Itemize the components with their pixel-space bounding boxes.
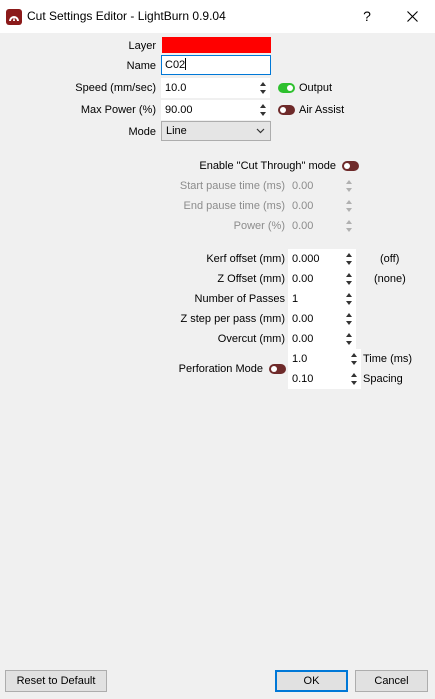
spin-up-icon[interactable] (351, 373, 357, 377)
perforation-toggle[interactable] (269, 364, 286, 374)
toggle-knob (280, 107, 286, 113)
layer-label: Layer (128, 40, 156, 52)
spin-down-icon[interactable] (346, 228, 352, 232)
toggle-knob (271, 366, 277, 372)
speed-label: Speed (mm/sec) (75, 82, 156, 94)
name-value: C02 (165, 59, 186, 71)
air-assist-toggle[interactable] (278, 105, 295, 115)
air-assist-label: Air Assist (299, 104, 345, 116)
close-button[interactable] (389, 0, 435, 33)
passes-input[interactable]: 1 (288, 289, 343, 309)
spin-up-icon[interactable] (346, 293, 352, 297)
ok-button[interactable]: OK (275, 670, 348, 692)
name-label: Name (126, 60, 156, 72)
title-bar: Cut Settings Editor - LightBurn 0.9.04 ? (0, 0, 435, 33)
spin-down-icon[interactable] (346, 341, 352, 345)
spin-down-icon[interactable] (351, 361, 357, 365)
max-power-spinner[interactable] (257, 100, 270, 120)
spin-up-icon[interactable] (346, 220, 352, 224)
z-step-label: Z step per pass (mm) (180, 313, 285, 325)
output-label: Output (299, 82, 333, 94)
overcut-spinner[interactable] (343, 329, 356, 349)
spin-down-icon[interactable] (346, 301, 352, 305)
spin-up-icon[interactable] (346, 200, 352, 204)
perforation-label: Perforation Mode (178, 363, 263, 375)
spin-up-icon[interactable] (351, 353, 357, 357)
window-title: Cut Settings Editor - LightBurn 0.9.04 (27, 9, 226, 23)
cut-through-power-input[interactable]: 0.00 (288, 216, 343, 236)
spin-down-icon[interactable] (351, 381, 357, 385)
perforation-time-spinner[interactable] (348, 349, 361, 369)
perforation-time-label: Time (ms) (363, 353, 413, 365)
end-pause-spinner[interactable] (343, 196, 356, 216)
passes-spinner[interactable] (343, 289, 356, 309)
speed-spinner[interactable] (257, 78, 270, 98)
cut-through-label: Enable "Cut Through" mode (199, 160, 336, 172)
spin-up-icon[interactable] (260, 104, 266, 108)
z-offset-label: Z Offset (mm) (217, 273, 285, 285)
kerf-offset-spinner[interactable] (343, 249, 356, 269)
cut-through-toggle[interactable] (342, 161, 359, 171)
speed-input[interactable]: 10.0 (161, 78, 257, 98)
mode-label: Mode (128, 126, 156, 138)
spin-down-icon[interactable] (346, 281, 352, 285)
spin-down-icon[interactable] (346, 261, 352, 265)
kerf-status: (off) (380, 253, 400, 265)
start-pause-input[interactable]: 0.00 (288, 176, 343, 196)
lightburn-logo-icon (6, 9, 22, 25)
passes-label: Number of Passes (194, 293, 285, 305)
z-offset-spinner[interactable] (343, 269, 356, 289)
perforation-spacing-input[interactable]: 0.10 (288, 369, 348, 389)
spin-down-icon[interactable] (346, 208, 352, 212)
mode-value: Line (166, 125, 187, 137)
spin-up-icon[interactable] (346, 253, 352, 257)
spin-down-icon[interactable] (346, 321, 352, 325)
max-power-input[interactable]: 90.00 (161, 100, 257, 120)
name-input[interactable]: C02 (161, 55, 271, 75)
kerf-offset-label: Kerf offset (mm) (206, 253, 285, 265)
max-power-label: Max Power (%) (80, 104, 156, 116)
mode-select[interactable]: Line (161, 121, 271, 141)
overcut-input[interactable]: 0.00 (288, 329, 343, 349)
close-icon (406, 11, 418, 22)
chevron-down-icon (256, 128, 265, 134)
perforation-spacing-spinner[interactable] (348, 369, 361, 389)
cancel-button[interactable]: Cancel (355, 670, 428, 692)
spin-down-icon[interactable] (260, 90, 266, 94)
spin-up-icon[interactable] (346, 333, 352, 337)
z-step-spinner[interactable] (343, 309, 356, 329)
kerf-offset-input[interactable]: 0.000 (288, 249, 343, 269)
start-pause-label: Start pause time (ms) (179, 180, 285, 192)
start-pause-spinner[interactable] (343, 176, 356, 196)
spin-up-icon[interactable] (260, 82, 266, 86)
text-caret (185, 58, 187, 70)
toggle-knob (287, 85, 293, 91)
overcut-label: Overcut (mm) (217, 333, 285, 345)
toggle-knob (344, 163, 350, 169)
spin-up-icon[interactable] (346, 273, 352, 277)
z-step-input[interactable]: 0.00 (288, 309, 343, 329)
end-pause-label: End pause time (ms) (183, 200, 285, 212)
cut-through-power-spinner[interactable] (343, 216, 356, 236)
reset-to-default-button[interactable]: Reset to Default (5, 670, 107, 692)
spin-down-icon[interactable] (260, 112, 266, 116)
spin-up-icon[interactable] (346, 313, 352, 317)
cut-through-power-label: Power (%) (233, 220, 285, 232)
spin-down-icon[interactable] (346, 188, 352, 192)
z-offset-input[interactable]: 0.00 (288, 269, 343, 289)
perforation-spacing-label: Spacing (363, 373, 403, 385)
output-toggle[interactable] (278, 83, 295, 93)
end-pause-input[interactable]: 0.00 (288, 196, 343, 216)
perforation-time-input[interactable]: 1.0 (288, 349, 348, 369)
spin-up-icon[interactable] (346, 180, 352, 184)
z-offset-status: (none) (374, 273, 406, 285)
help-button[interactable]: ? (344, 0, 390, 33)
layer-color-swatch[interactable] (162, 37, 271, 53)
